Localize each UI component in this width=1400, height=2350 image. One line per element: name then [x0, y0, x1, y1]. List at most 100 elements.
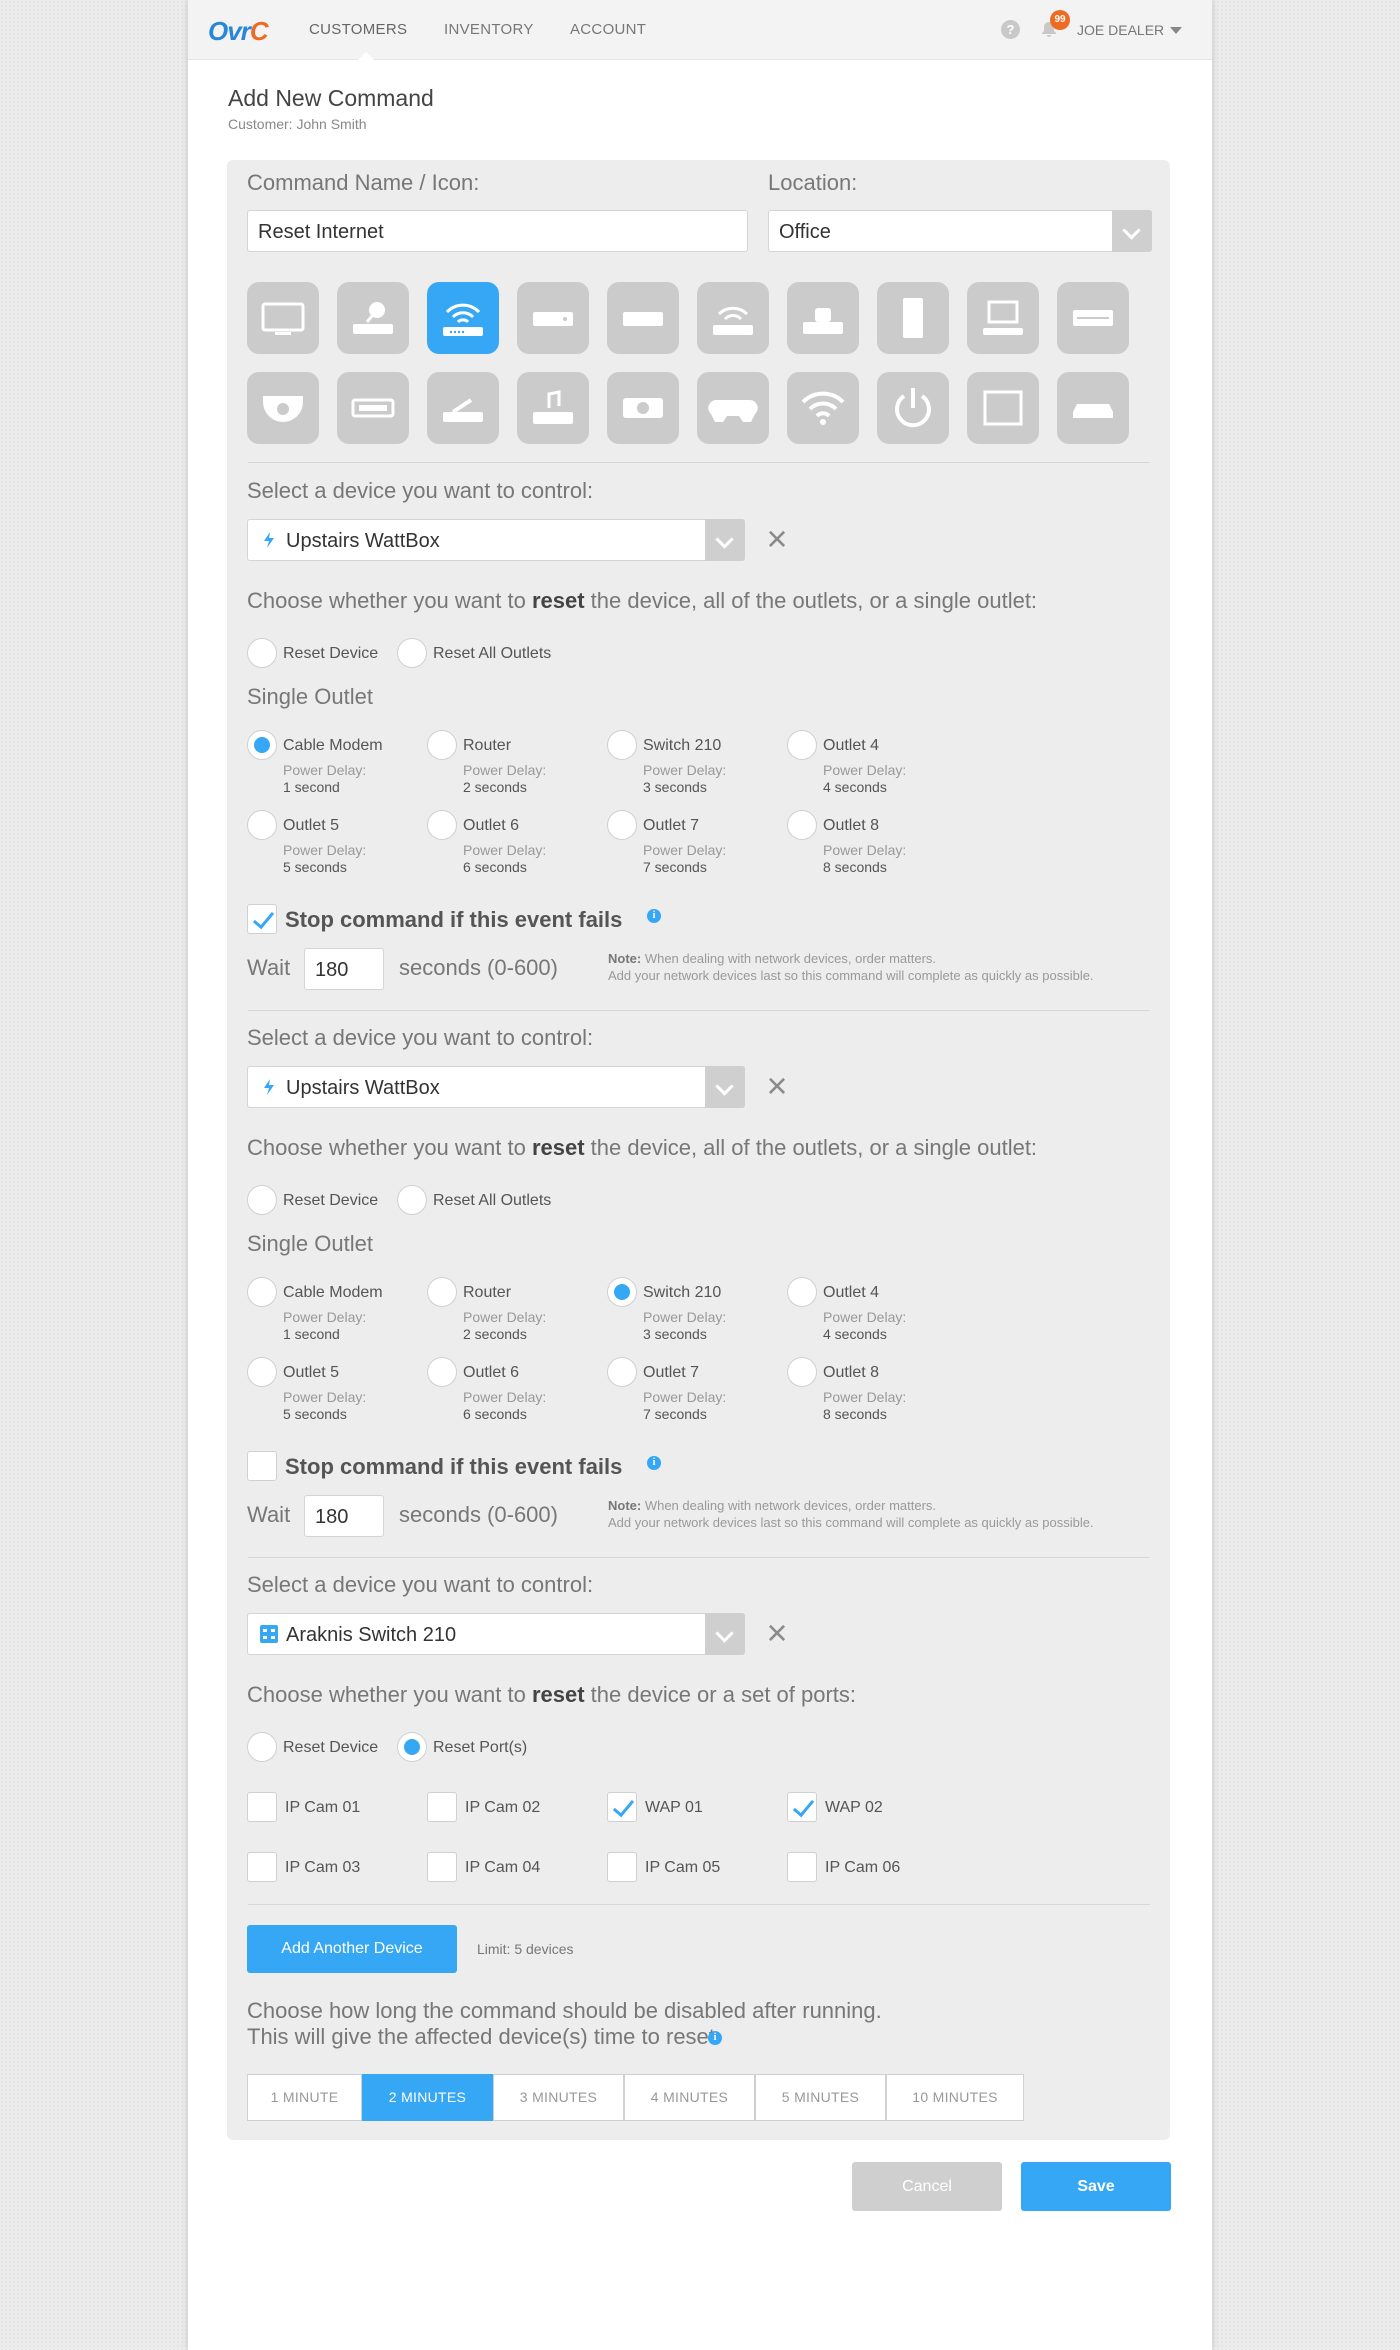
- help-icon[interactable]: ?: [1001, 20, 1020, 39]
- reset-all-outlets-radio[interactable]: [397, 1185, 427, 1215]
- gamepad-icon[interactable]: [697, 372, 769, 444]
- duration-option-10-minutes[interactable]: 10 MINUTES: [886, 2074, 1024, 2121]
- device-dropdown-chevron-icon[interactable]: [705, 1066, 745, 1108]
- chevron-down-icon[interactable]: [1170, 27, 1182, 34]
- user-menu[interactable]: JOE DEALER: [1077, 22, 1164, 38]
- port-checkbox-ip-cam-03[interactable]: [247, 1852, 277, 1882]
- nav-account[interactable]: ACCOUNT: [570, 21, 646, 38]
- location-dropdown-chevron-icon[interactable]: [1112, 210, 1152, 252]
- network-switch-icon[interactable]: [1057, 372, 1129, 444]
- cancel-button[interactable]: Cancel: [852, 2162, 1002, 2211]
- screen-icon[interactable]: [967, 372, 1039, 444]
- power-delay-value: 3 seconds: [643, 779, 707, 795]
- power-delay-label: Power Delay:: [283, 1389, 367, 1405]
- outlet-radio-cable-modem[interactable]: [247, 730, 277, 760]
- desktop-tower-icon[interactable]: [877, 282, 949, 354]
- select-device-label: Select a device you want to control:: [247, 478, 594, 503]
- tv-icon[interactable]: [247, 282, 319, 354]
- logo[interactable]: OvrC: [208, 16, 269, 47]
- save-button[interactable]: Save: [1021, 2162, 1171, 2211]
- device-select[interactable]: Araknis Switch 210: [247, 1613, 745, 1655]
- power-delay-value: 4 seconds: [823, 1326, 887, 1342]
- dome-camera-icon[interactable]: [247, 372, 319, 444]
- device-dropdown-chevron-icon[interactable]: [705, 1613, 745, 1655]
- device-select[interactable]: Upstairs WattBox: [247, 519, 745, 561]
- access-point-icon[interactable]: [697, 282, 769, 354]
- receiver-icon[interactable]: [337, 372, 409, 444]
- outlet-radio-outlet-7[interactable]: [607, 810, 637, 840]
- projector-icon[interactable]: [607, 372, 679, 444]
- music-device-icon[interactable]: [517, 372, 589, 444]
- duration-option-3-minutes[interactable]: 3 MINUTES: [493, 2074, 624, 2121]
- media-box-icon[interactable]: [607, 282, 679, 354]
- outlet-radio-switch-210[interactable]: [607, 1277, 637, 1307]
- outlet-radio-outlet-4[interactable]: [787, 1277, 817, 1307]
- wireless-router-icon[interactable]: [427, 282, 499, 354]
- outlet-radio-outlet-8[interactable]: [787, 810, 817, 840]
- outlet-radio-outlet-5[interactable]: [247, 1357, 277, 1387]
- outlet-radio-outlet-8[interactable]: [787, 1357, 817, 1387]
- wait-seconds-input[interactable]: 180: [304, 948, 384, 990]
- power-icon[interactable]: [877, 372, 949, 444]
- duration-option-2-minutes[interactable]: 2 MINUTES: [362, 2074, 493, 2121]
- amplifier-icon[interactable]: [1057, 282, 1129, 354]
- duration-option-4-minutes[interactable]: 4 MINUTES: [624, 2074, 755, 2121]
- stop-command-checkbox[interactable]: [247, 904, 277, 934]
- reset-ports-radio[interactable]: [397, 1732, 427, 1762]
- satellite-receiver-icon[interactable]: [337, 282, 409, 354]
- outlet-radio-outlet-4[interactable]: [787, 730, 817, 760]
- info-icon[interactable]: i: [647, 909, 661, 923]
- port-checkbox-ip-cam-02[interactable]: [427, 1792, 457, 1822]
- close-icon[interactable]: ×: [763, 1615, 791, 1651]
- wifi-icon[interactable]: [787, 372, 859, 444]
- reset-device-radio[interactable]: [247, 1732, 277, 1762]
- power-delay-label: Power Delay:: [283, 1309, 367, 1325]
- active-nav-indicator: [358, 52, 374, 60]
- divider: [248, 462, 1150, 463]
- camera-dock-icon[interactable]: [787, 282, 859, 354]
- seconds-range-label: seconds (0-600): [399, 1502, 558, 1527]
- port-checkbox-ip-cam-05[interactable]: [607, 1852, 637, 1882]
- duration-option-5-minutes[interactable]: 5 MINUTES: [755, 2074, 886, 2121]
- reset-device-radio[interactable]: [247, 1185, 277, 1215]
- command-name-input[interactable]: Reset Internet: [247, 210, 748, 252]
- outlet-radio-router[interactable]: [427, 1277, 457, 1307]
- duration-option-1-minute[interactable]: 1 MINUTE: [247, 2074, 362, 2121]
- game-device-icon[interactable]: [427, 372, 499, 444]
- device-select[interactable]: Upstairs WattBox: [247, 1066, 745, 1108]
- add-another-device-button[interactable]: Add Another Device: [247, 1925, 457, 1973]
- outlet-radio-outlet-6[interactable]: [427, 810, 457, 840]
- port-label: IP Cam 05: [645, 1859, 721, 1876]
- power-delay-label: Power Delay:: [823, 1309, 907, 1325]
- nav-customers[interactable]: CUSTOMERS: [309, 21, 407, 38]
- info-icon[interactable]: i: [708, 2031, 722, 2045]
- cable-box-icon[interactable]: [517, 282, 589, 354]
- nav-inventory[interactable]: INVENTORY: [444, 21, 534, 38]
- wait-seconds-input[interactable]: 180: [304, 1495, 384, 1537]
- outlet-radio-outlet-7[interactable]: [607, 1357, 637, 1387]
- port-label: WAP 01: [645, 1799, 703, 1816]
- location-select[interactable]: Office: [768, 210, 1152, 252]
- port-checkbox-wap-01[interactable]: [607, 1792, 637, 1822]
- close-icon[interactable]: ×: [763, 521, 791, 557]
- outlet-name: Router: [463, 737, 512, 754]
- reset-all-outlets-radio[interactable]: [397, 638, 427, 668]
- port-checkbox-ip-cam-01[interactable]: [247, 1792, 277, 1822]
- outlet-radio-outlet-5[interactable]: [247, 810, 277, 840]
- reset-device-radio[interactable]: [247, 638, 277, 668]
- device-dropdown-chevron-icon[interactable]: [705, 519, 745, 561]
- close-icon[interactable]: ×: [763, 1068, 791, 1104]
- stop-command-checkbox[interactable]: [247, 1451, 277, 1481]
- port-checkbox-ip-cam-06[interactable]: [787, 1852, 817, 1882]
- info-icon[interactable]: i: [647, 1456, 661, 1470]
- power-delay-value: 2 seconds: [463, 1326, 527, 1342]
- reset-choice-text: Choose whether you want to reset the dev…: [247, 588, 1038, 613]
- outlet-radio-cable-modem[interactable]: [247, 1277, 277, 1307]
- outlet-radio-router[interactable]: [427, 730, 457, 760]
- outlet-radio-outlet-6[interactable]: [427, 1357, 457, 1387]
- outlet-radio-switch-210[interactable]: [607, 730, 637, 760]
- outlet-name: Outlet 6: [463, 1364, 520, 1381]
- port-checkbox-wap-02[interactable]: [787, 1792, 817, 1822]
- computer-icon[interactable]: [967, 282, 1039, 354]
- port-checkbox-ip-cam-04[interactable]: [427, 1852, 457, 1882]
